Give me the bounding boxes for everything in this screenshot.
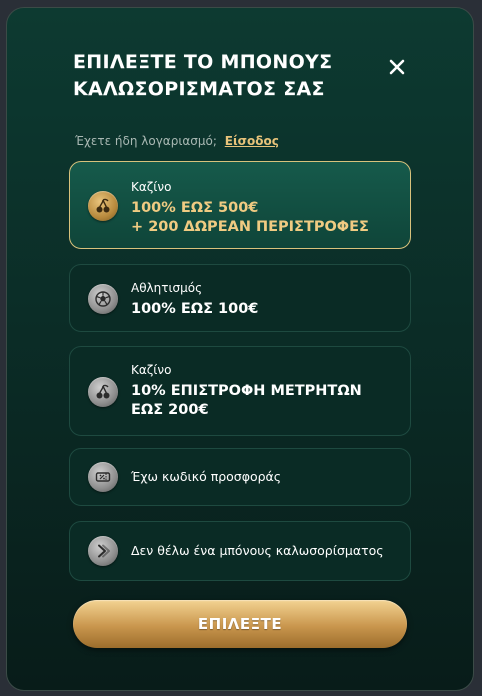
bonus-option-casino-welcome[interactable]: Καζίνο 100% ΕΩΣ 500€ + 200 ΔΩΡΕΑΝ ΠΕΡΙΣΤ… (69, 161, 411, 249)
bonus-modal: ΕΠΙΛΕΞΤΕ ΤΟ ΜΠΟΝΟΥΣ ΚΑΛΩΣΟΡΙΣΜΑΤΟΣ ΣΑΣ Έ… (6, 7, 474, 691)
cherry-icon (88, 191, 118, 221)
close-icon (389, 59, 405, 75)
option-value-line1: 100% ΕΩΣ 100€ (131, 301, 259, 317)
chevron-right-icon (88, 536, 118, 566)
option-value-line2: ΕΩΣ 200€ (131, 402, 209, 418)
bonus-option-promo-code[interactable]: Έχω κωδικό προσφοράς (69, 448, 411, 506)
login-link[interactable]: Είσοδος (225, 134, 279, 148)
option-label: Καζίνο (131, 180, 172, 194)
bonus-option-none[interactable]: Δεν θέλω ένα μπόνους καλωσορίσματος (69, 521, 411, 581)
option-value-line2: + 200 ΔΩΡΕΑΝ ΠΕΡΙΣΤΡΟΦΕΣ (131, 219, 369, 235)
option-label: Καζίνο (131, 363, 172, 377)
login-prompt: Έχετε ήδη λογαριασμό; (75, 134, 217, 148)
bonus-option-casino-cashback[interactable]: Καζίνο 10% ΕΠΙΣΤΡΟΦΗ ΜΕΤΡΗΤΩΝ ΕΩΣ 200€ (69, 346, 411, 436)
select-bonus-button[interactable]: ΕΠΙΛΕΞΤΕ (73, 600, 407, 648)
option-label: Έχω κωδικό προσφοράς (131, 469, 282, 484)
modal-title: ΕΠΙΛΕΞΤΕ ΤΟ ΜΠΟΝΟΥΣ ΚΑΛΩΣΟΡΙΣΜΑΤΟΣ ΣΑΣ (73, 51, 333, 100)
cherry-icon (88, 377, 118, 407)
bonus-option-sports[interactable]: Αθλητισμός 100% ΕΩΣ 100€ (69, 264, 411, 332)
option-value-line1: 100% ΕΩΣ 500€ (131, 200, 259, 216)
football-icon (88, 284, 118, 314)
option-label: Δεν θέλω ένα μπόνους καλωσορίσματος (131, 543, 384, 558)
ticket-icon (88, 462, 118, 492)
option-value-line1: 10% ΕΠΙΣΤΡΟΦΗ ΜΕΤΡΗΤΩΝ (131, 383, 362, 399)
close-button[interactable] (383, 53, 411, 81)
option-label: Αθλητισμός (131, 281, 203, 295)
login-prompt-row: Έχετε ήδη λογαριασμό; Είσοδος (75, 134, 279, 148)
